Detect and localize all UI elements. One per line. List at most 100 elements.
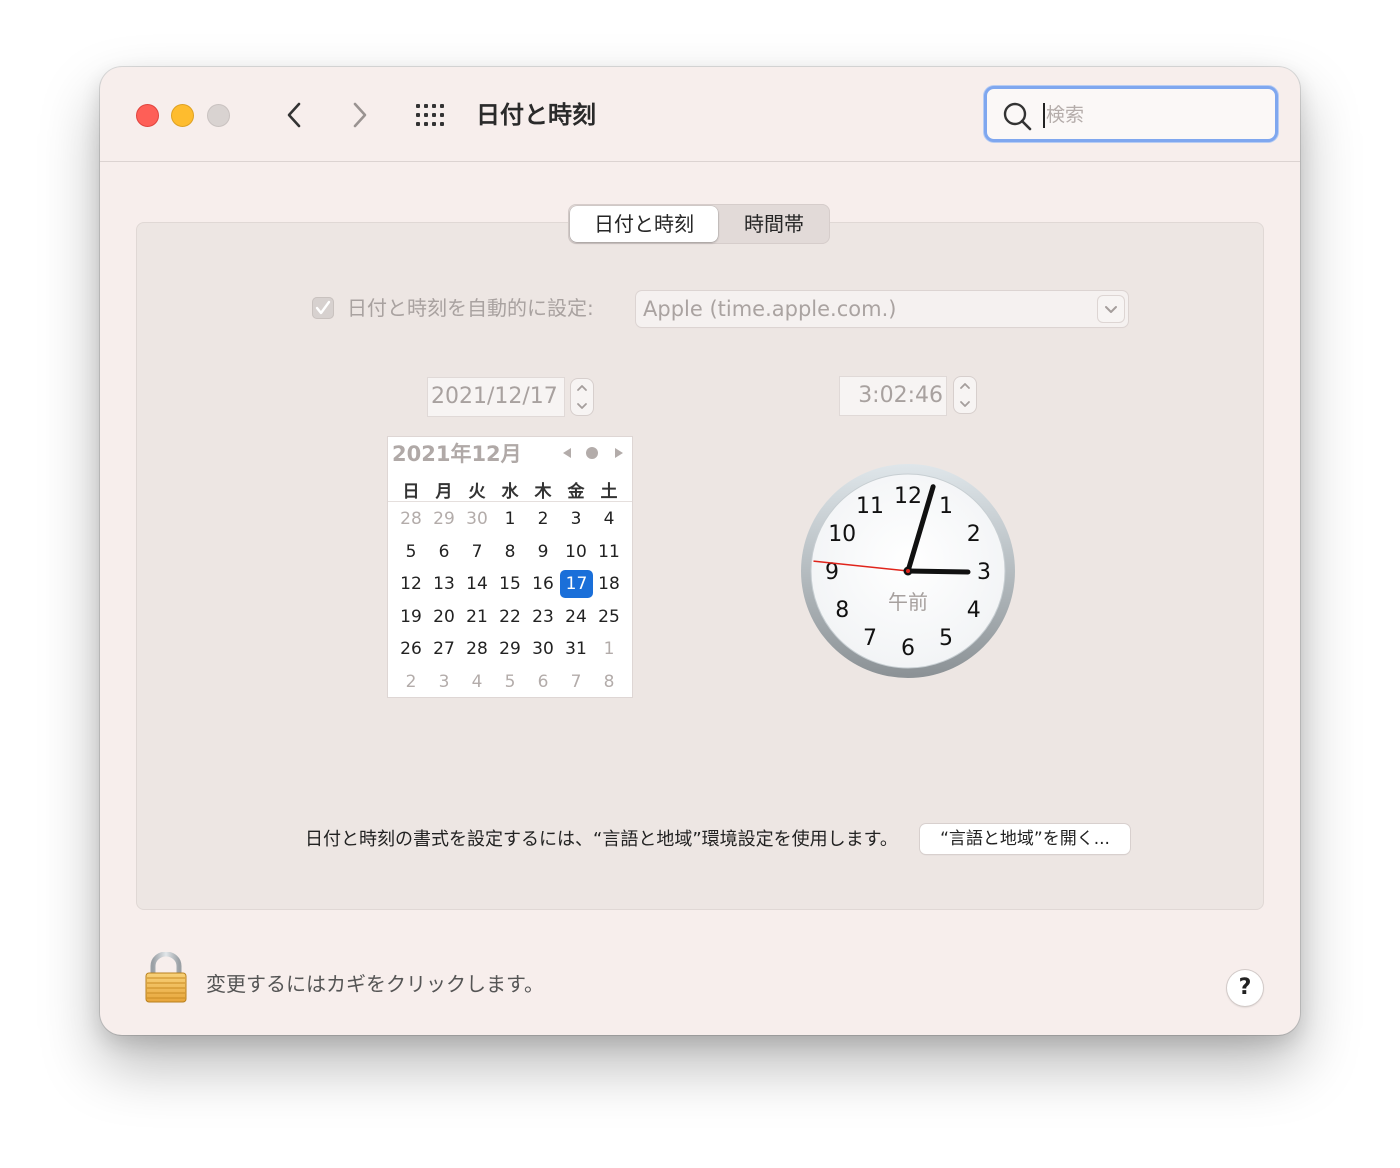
calendar-day[interactable]: 10: [561, 538, 591, 566]
tab-date-time[interactable]: 日付と時刻: [570, 206, 718, 242]
zoom-window-button[interactable]: [207, 104, 230, 127]
date-stepper-down[interactable]: [571, 397, 593, 415]
calendar-day[interactable]: 20: [429, 603, 459, 631]
minimize-window-button[interactable]: [171, 104, 194, 127]
clock-number: 7: [863, 626, 877, 651]
time-server-value: Apple (time.apple.com.): [643, 297, 897, 321]
auto-set-label: 日付と時刻を自動的に設定:: [347, 296, 594, 320]
time-server-select[interactable]: Apple (time.apple.com.): [636, 291, 1128, 327]
clock-number: 11: [856, 494, 884, 519]
system-preferences-window: 日付と時刻 日付と時刻 時間帯 日付と時刻を自動的に設定: Apple (tim…: [100, 67, 1300, 1035]
calendar-day[interactable]: 29: [495, 635, 525, 663]
calendar-day[interactable]: 30: [462, 505, 492, 533]
select-chevron: [1098, 296, 1124, 322]
calendar-day[interactable]: 16: [528, 570, 558, 598]
checkmark-icon: [315, 300, 331, 315]
calendar-day[interactable]: 14: [462, 570, 492, 598]
calendar-prev-month[interactable]: [560, 445, 576, 461]
calendar-day[interactable]: 28: [462, 635, 492, 663]
calendar-day[interactable]: 24: [561, 603, 591, 631]
calendar-day[interactable]: 23: [528, 603, 558, 631]
calendar-day[interactable]: 15: [495, 570, 525, 598]
window-title: 日付と時刻: [476, 101, 596, 129]
calendar-day[interactable]: 11: [594, 538, 624, 566]
back-button[interactable]: [274, 95, 314, 135]
calendar-day[interactable]: 13: [429, 570, 459, 598]
calendar-day[interactable]: 18: [594, 570, 624, 598]
dot-icon: [586, 447, 598, 459]
calendar-day[interactable]: 6: [429, 538, 459, 566]
calendar-month-title: 2021年12月: [392, 442, 522, 466]
lock-hint-text: 変更するにはカギをクリックします。: [206, 972, 544, 996]
clock-number: 12: [894, 484, 922, 509]
chevron-right-icon: [353, 102, 367, 128]
calendar-next-month[interactable]: [610, 445, 626, 461]
forward-button[interactable]: [340, 95, 380, 135]
calendar-day[interactable]: 12: [396, 570, 426, 598]
calendar-day[interactable]: 8: [495, 538, 525, 566]
calendar-day[interactable]: 19: [396, 603, 426, 631]
date-value: 2021/12/17: [431, 384, 558, 409]
lock-icon: [145, 951, 187, 1003]
clock-period: 午前: [888, 590, 928, 614]
calendar-day[interactable]: 22: [495, 603, 525, 631]
calendar-weekday-header: 日月火水木金土: [388, 473, 632, 502]
time-stepper-down[interactable]: [954, 395, 976, 413]
calendar-day[interactable]: 7: [561, 668, 591, 696]
calendar-day[interactable]: 25: [594, 603, 624, 631]
analog-clock: 12 1234567891011 午前: [801, 464, 1015, 678]
chevron-down-icon: [960, 401, 970, 407]
calendar-weekday: 火: [468, 482, 486, 502]
calendar-day[interactable]: 7: [462, 538, 492, 566]
search-field[interactable]: [984, 86, 1278, 142]
hour-hand: [905, 568, 971, 575]
calendar-day-selected[interactable]: 17: [560, 570, 593, 598]
calendar[interactable]: 2021年12月 日月火水木金土 28 29 30 1 2 3 4 5 6 7 8 9 10 11 12 13…: [388, 437, 632, 697]
calendar-day[interactable]: 31: [561, 635, 591, 663]
calendar-day[interactable]: 4: [594, 505, 624, 533]
calendar-day[interactable]: 6: [528, 668, 558, 696]
tab-control: 日付と時刻 時間帯: [568, 204, 830, 244]
calendar-day[interactable]: 30: [528, 635, 558, 663]
date-stepper[interactable]: [571, 379, 593, 415]
calendar-day[interactable]: 29: [429, 505, 459, 533]
calendar-day[interactable]: 9: [528, 538, 558, 566]
clock-center-pin: [906, 569, 910, 573]
calendar-day[interactable]: 2: [396, 668, 426, 696]
search-input[interactable]: [1046, 99, 1266, 131]
calendar-day[interactable]: 1: [495, 505, 525, 533]
format-hint-text: 日付と時刻の書式を設定するには、“言語と地域”環境設定を使用します。: [305, 829, 898, 850]
close-window-button[interactable]: [136, 104, 159, 127]
date-field[interactable]: 2021/12/17: [428, 378, 564, 416]
calendar-day[interactable]: 4: [462, 668, 492, 696]
calendar-day[interactable]: 26: [396, 635, 426, 663]
tab-time-zone[interactable]: 時間帯: [720, 206, 828, 242]
lock-button[interactable]: [144, 951, 188, 1004]
time-field[interactable]: 3:02:46: [840, 377, 946, 415]
chevron-left-icon: [287, 102, 301, 128]
date-stepper-up[interactable]: [571, 379, 593, 397]
calendar-day[interactable]: 21: [462, 603, 492, 631]
show-all-button[interactable]: [415, 103, 449, 127]
time-stepper[interactable]: [954, 377, 976, 413]
calendar-weekday: 水: [501, 482, 519, 502]
help-button[interactable]: ?: [1227, 970, 1263, 1006]
calendar-weekday: 木: [534, 482, 552, 502]
time-stepper-up[interactable]: [954, 377, 976, 395]
calendar-day[interactable]: 3: [561, 505, 591, 533]
calendar-day[interactable]: 5: [495, 668, 525, 696]
calendar-today[interactable]: [584, 445, 600, 461]
open-language-region-button[interactable]: “言語と地域”を開く...: [920, 824, 1130, 854]
triangle-left-icon: [563, 448, 571, 458]
calendar-day[interactable]: 2: [528, 505, 558, 533]
calendar-day[interactable]: 5: [396, 538, 426, 566]
calendar-day[interactable]: 1: [594, 635, 624, 663]
calendar-day[interactable]: 28: [396, 505, 426, 533]
calendar-day[interactable]: 8: [594, 668, 624, 696]
auto-set-checkbox[interactable]: [312, 297, 334, 319]
calendar-day[interactable]: 3: [429, 668, 459, 696]
clock-number: 8: [835, 598, 849, 623]
chevron-down-icon: [577, 403, 587, 409]
clock-number: 4: [967, 598, 981, 623]
calendar-day[interactable]: 27: [429, 635, 459, 663]
